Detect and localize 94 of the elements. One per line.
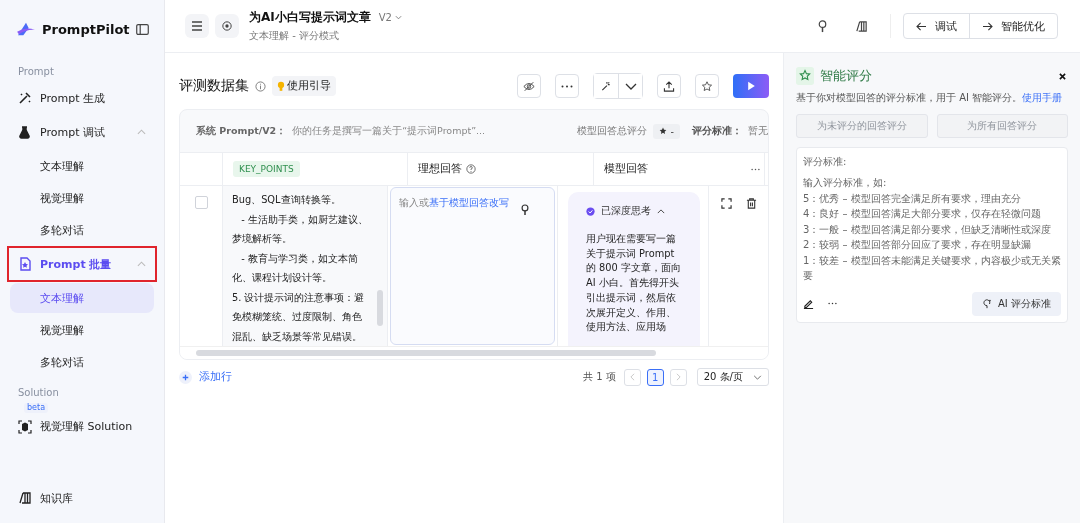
criteria-value: 暂无 (748, 124, 768, 138)
system-prompt-text: 你的任务是撰写一篇关于“提示词Prompt”... (292, 124, 486, 138)
magic-wand-icon (18, 91, 32, 105)
panel-title: 智能评分 (820, 67, 872, 85)
chevron-icon (657, 208, 665, 214)
criteria-placeholder: 输入评分标准，如: 5：优秀 – 模型回答完全满足所有要求，理由充分 4：良好 – 模型回答满足大部分要求，仅存在轻微问题 3：一般 – 模型回答满足部分要求，但缺乏清晰性或深度 2：较弱 – 模型回答部分回应了要求，存在明显缺漏 1：较差 – 模型回答未能满足关键要求，内容极少或无关紧要 (803, 176, 1061, 283)
sidebar-item[interactable]: 知识库 (8, 481, 156, 515)
cube-scan-icon (18, 420, 32, 434)
dataset-title: 评测数据集 (179, 77, 249, 95)
upload-button[interactable] (657, 74, 681, 98)
criteria-label: 评分标准： (692, 124, 742, 138)
target-button[interactable] (215, 14, 239, 38)
prompt-subtitle: 文本理解 - 评分模式 (249, 29, 340, 43)
more-icon[interactable] (751, 167, 760, 171)
star-document-icon (18, 257, 32, 271)
sidebar-item[interactable]: Prompt 调试 (8, 115, 156, 149)
star-icon (701, 80, 713, 92)
brand-name: PromptPilot (42, 21, 130, 37)
menu-button[interactable] (185, 14, 209, 38)
model-answer-text: 用户现在需要写一篇 关于提示词 Prompt 的 800 字文章，面向 AI 小白。首先得开头 引出提示词，然后依 次展开定义、作用、 使用方法、应用场 (586, 232, 682, 335)
books-icon (18, 491, 32, 505)
thinking-toggle[interactable]: 已深度思考 (586, 204, 686, 218)
prompt-title: 为AI小白写提示词文章 (249, 9, 371, 26)
key-points-text: Bug、SQL查询转换等。 - 生活助手类，如厨艺建议、 梦境解析等。 - 教育与学习类，如文本简 化、课程计划设计等。 5. 设计提示词的注意事项：避 免模糊笼统、过度限制、角色 混乱、缺乏场景等常见错误。 (231, 193, 369, 344)
sidebar-toggle-icon[interactable] (135, 23, 149, 35)
criteria-field[interactable]: 评分标准: 输入评分标准，如: 5：优秀 – 模型回答完全满足所有要求，理由充分 4：良好 – 模型回答满足大部分要求，仅存在轻微问题 3：一般 – 模型回答满足部分要求，但缺乏清晰性或深度 2：较弱 – 模型回答部分回应了要求，存在明显缺漏 1：较差 – 模型回答未能满足关键要求，内容极少或无关紧要 AI 评分标准 (796, 147, 1068, 323)
sparkle-icon (600, 80, 612, 92)
horizontal-scrollbar[interactable] (180, 346, 768, 359)
sidebar-subitem[interactable]: 多轮对话 (10, 347, 154, 377)
sidebar-item[interactable]: Prompt 生成 (8, 81, 156, 115)
arrow-icon (982, 21, 993, 31)
add-row-button[interactable]: 添加行 (179, 370, 232, 384)
guide-button[interactable]: 使用引导 (272, 76, 336, 96)
row-checkbox[interactable] (194, 196, 208, 209)
target-icon (221, 21, 233, 31)
version-dropdown[interactable]: V2 (378, 12, 402, 23)
page-button[interactable]: 1 (646, 368, 664, 386)
expand-icon[interactable] (720, 198, 732, 209)
total-score-label: 模型回答总评分 (576, 124, 647, 138)
play-icon (746, 81, 756, 91)
caret-icon (394, 15, 402, 20)
sidebar-item[interactable]: beta 视觉理解 Solution (8, 402, 156, 442)
sidebar-subitem[interactable]: 视觉理解 (10, 183, 154, 213)
ideal-answer-placeholder: 输入或基于模型回答改写 (399, 197, 509, 208)
chevron-icon (137, 261, 146, 267)
hide-button[interactable] (517, 74, 541, 98)
chevron-left-icon (629, 373, 635, 381)
plus-icon (179, 370, 192, 384)
logo-icon (16, 21, 36, 37)
close-icon[interactable] (1059, 72, 1066, 80)
system-prompt-label: 系统 Prompt/V2： (196, 124, 287, 138)
chevron-icon (137, 129, 146, 135)
star-icon (658, 127, 667, 135)
run-button[interactable] (733, 74, 769, 98)
score-chip: - (652, 123, 680, 139)
chevron-right-icon (675, 373, 681, 381)
column-tag: KEY_POINTS (233, 161, 300, 177)
total-count: 共 1 项 (583, 370, 616, 384)
flask-icon (18, 125, 32, 139)
section-title: Prompt (17, 65, 55, 79)
beta-badge: beta (24, 403, 49, 413)
eye-off-icon (523, 80, 535, 92)
manual-link[interactable]: 使用手册 (1022, 92, 1063, 103)
menu-icon (191, 21, 203, 31)
sidebar-subitem[interactable]: 多轮对话 (10, 215, 154, 245)
info-icon[interactable] (255, 80, 266, 92)
section-title: Solution (17, 386, 60, 400)
more-icon[interactable] (828, 302, 837, 305)
star-badge-icon (796, 67, 814, 85)
sidebar-subitem[interactable]: 视觉理解 (10, 315, 154, 345)
sidebar-subitem[interactable]: 文本理解 (10, 151, 154, 181)
column-header: 模型回答 (604, 162, 648, 176)
upload-icon (663, 80, 675, 92)
nav-button[interactable]: 调试 (904, 14, 969, 38)
lightbulb-icon (277, 80, 285, 92)
check-circle-icon (586, 206, 595, 216)
star-button[interactable] (695, 74, 719, 98)
dropdown-button[interactable] (618, 74, 642, 98)
books-icon[interactable] (855, 19, 868, 33)
page-size-select[interactable]: 20 条/页 (696, 368, 769, 386)
ideal-answer-field[interactable]: 输入或基于模型回答改写 (390, 187, 555, 345)
pencil-icon[interactable] (803, 298, 814, 309)
caret-icon (753, 374, 762, 380)
arrow-icon (916, 21, 927, 31)
panel-description: 基于你对模型回答的评分标准，用于 AI 智能评分。使用手册 (796, 91, 1064, 104)
nav-button[interactable]: 智能优化 (969, 14, 1057, 38)
ai-criteria-button[interactable]: AI 评分标准 (972, 291, 1061, 316)
rewrite-link[interactable]: 基于模型回答改写 (429, 197, 509, 208)
trash-icon[interactable] (745, 198, 757, 209)
column-header: 理想回答 (418, 162, 462, 176)
help-icon[interactable] (466, 164, 476, 174)
criteria-title: 评分标准: (803, 155, 848, 169)
sidebar-item[interactable]: Prompt 批量 (8, 247, 156, 281)
sidebar-subitem[interactable]: 文本理解 (10, 283, 154, 313)
